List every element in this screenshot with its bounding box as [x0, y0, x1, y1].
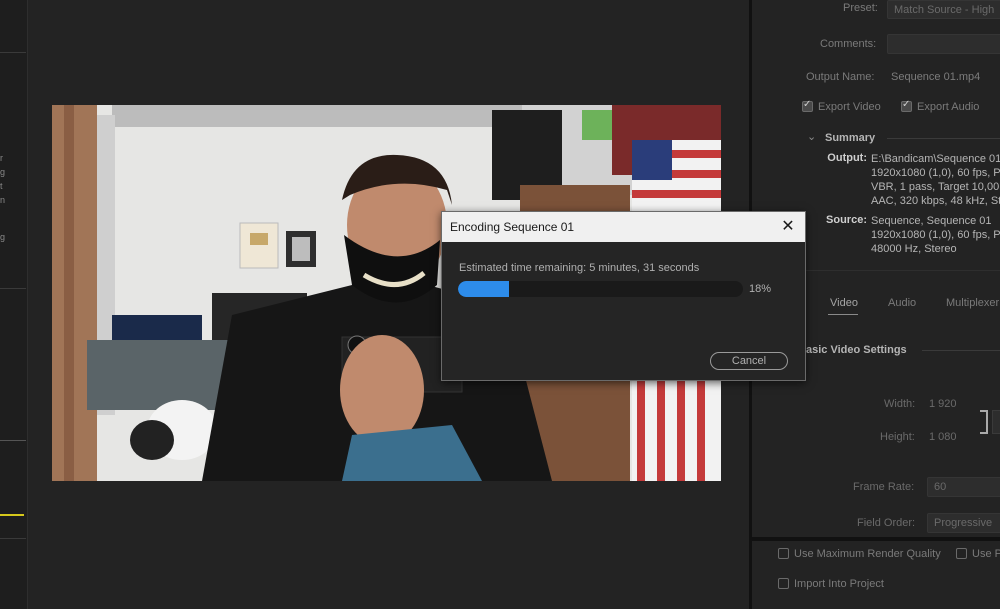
import-into-project-checkbox[interactable] — [778, 578, 789, 589]
divider — [0, 538, 26, 539]
field-order-label: Field Order: — [857, 517, 916, 529]
height-value[interactable]: 1 080 — [929, 431, 957, 443]
width-value[interactable]: 1 920 — [929, 398, 957, 410]
import-into-project-label: Import Into Project — [794, 578, 884, 590]
tab-video[interactable]: Video — [830, 297, 858, 309]
summary-source-line: 1920x1080 (1,0), 60 fps, Prog — [871, 229, 1000, 241]
panel-text-fragment: r — [0, 153, 3, 163]
divider — [752, 537, 1000, 541]
summary-output-line: VBR, 1 pass, Target 10,00 M — [871, 181, 1000, 193]
panel-text-fragment: g — [0, 167, 6, 177]
summary-output-line: 1920x1080 (1,0), 60 fps, Prog — [871, 167, 1000, 179]
left-panel-strip: r g t n g — [0, 0, 28, 609]
summary-source-line: Sequence, Sequence 01 — [871, 215, 992, 227]
export-audio-checkbox[interactable] — [901, 99, 912, 112]
divider — [0, 52, 26, 53]
use-previews-label: Use P — [972, 548, 1000, 560]
summary-output-key: Output: — [827, 152, 867, 164]
tab-video-underline — [828, 314, 858, 315]
frame-rate-label: Frame Rate: — [853, 481, 915, 493]
output-name-link[interactable]: Sequence 01.mp4 — [891, 71, 980, 83]
encoding-progress-bar — [458, 281, 743, 297]
time-remaining-text: Estimated time remaining: 5 minutes, 31 … — [459, 262, 700, 274]
height-label: Height: — [880, 431, 915, 443]
close-icon[interactable]: ✕ — [777, 216, 799, 238]
tab-audio[interactable]: Audio — [888, 297, 916, 309]
use-previews-checkbox[interactable] — [956, 548, 967, 559]
summary-source-line: 48000 Hz, Stereo — [871, 243, 957, 255]
export-audio-label: Export Audio — [917, 101, 980, 113]
summary-output-line: E:\Bandicam\Sequence 01.m — [871, 153, 1000, 165]
chevron-down-icon[interactable]: ⌄ — [807, 130, 816, 143]
divider — [0, 288, 26, 289]
summary-heading: Summary — [825, 132, 876, 144]
comments-label: Comments: — [820, 38, 877, 50]
cancel-button[interactable]: Cancel — [710, 352, 788, 370]
panel-text-fragment: n — [0, 195, 6, 205]
divider — [922, 350, 1000, 351]
width-label: Width: — [884, 398, 916, 410]
basic-video-settings-heading: asic Video Settings — [806, 344, 907, 356]
encoding-progress-fill — [458, 281, 510, 297]
progress-percent: 18% — [749, 283, 772, 295]
summary-source-key: Source: — [826, 214, 867, 226]
tab-multiplexer[interactable]: Multiplexer — [946, 297, 999, 309]
audio-meter-marker — [0, 514, 24, 516]
export-video-label: Export Video — [818, 101, 881, 113]
export-video-checkbox[interactable] — [802, 99, 813, 112]
max-render-quality-label: Use Maximum Render Quality — [794, 548, 941, 560]
comments-input[interactable] — [887, 34, 1000, 54]
max-render-quality-checkbox[interactable] — [778, 548, 789, 559]
aspect-link-bracket — [980, 410, 988, 434]
preset-dropdown[interactable]: Match Source - High — [887, 0, 1000, 19]
chain-link-icon[interactable] — [992, 410, 1000, 434]
output-name-label: Output Name: — [806, 71, 875, 83]
divider — [887, 138, 1000, 139]
preset-label: Preset: — [843, 2, 878, 14]
panel-text-fragment: t — [0, 181, 3, 191]
encoding-dialog: Encoding Sequence 01 ✕ Estimated time re… — [441, 211, 806, 381]
dialog-title: Encoding Sequence 01 — [450, 220, 575, 234]
divider — [0, 440, 26, 441]
field-order-dropdown[interactable]: Progressive — [927, 513, 1000, 533]
dialog-titlebar[interactable]: Encoding Sequence 01 ✕ — [442, 212, 805, 242]
summary-output-line: AAC, 320 kbps, 48 kHz, Ster — [871, 195, 1000, 207]
frame-rate-dropdown[interactable]: 60 — [927, 477, 1000, 497]
panel-text-fragment: g — [0, 232, 6, 242]
